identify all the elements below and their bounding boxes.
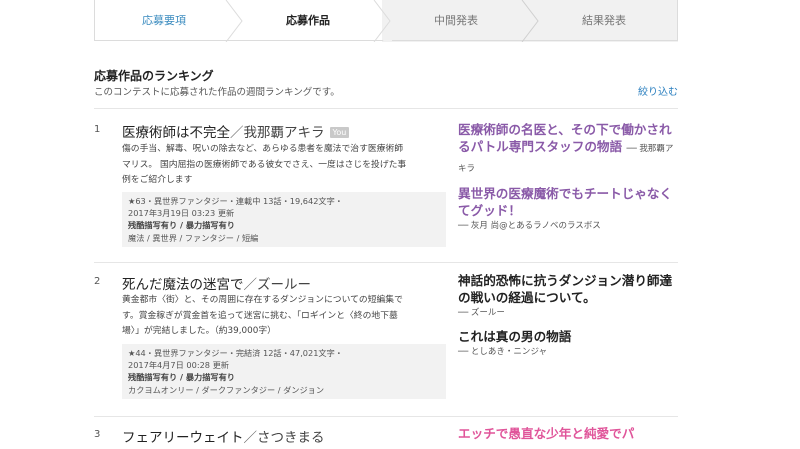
review-author: ── 灰月 尚@とあるラノベのラスボス bbox=[458, 221, 601, 231]
content-warnings: 残酷描写有り / 暴力描写有り bbox=[128, 372, 235, 383]
tab-results[interactable]: 結果発表 bbox=[530, 0, 678, 42]
work-info: ★44・異世界ファンタジー・完結済 12話・47,021文字・ 2017年4月7… bbox=[122, 344, 446, 399]
step-arrow-icon bbox=[225, 0, 243, 42]
review-item[interactable]: 医療術師の名医と、その下で働かされるパトル専門スタッフの物語 ── 我那覇アキラ bbox=[458, 121, 678, 178]
you-badge: You bbox=[329, 127, 350, 138]
rank-number: 2 bbox=[94, 276, 101, 287]
contest-steps: 応募要項 応募作品 中間発表 結果発表 bbox=[94, 0, 678, 42]
work-updated: 2017年4月7日 00:28 更新 bbox=[128, 360, 229, 371]
review-catch: 神話的恐怖に抗うダンジョン潜り師達の戦いの経過について。 bbox=[458, 273, 673, 305]
tab-entries[interactable]: 応募作品 bbox=[234, 0, 382, 42]
intro-line: 例をご紹介します bbox=[122, 175, 193, 185]
divider bbox=[94, 416, 678, 417]
review-catch: 異世界の医療魔術でもチートじゃなくてグッド！ bbox=[458, 186, 673, 218]
tab-label: 応募作品 bbox=[286, 14, 330, 27]
work-stats: ★44・異世界ファンタジー・完結済 12話・47,021文字・ bbox=[128, 348, 343, 358]
rank-number: 3 bbox=[94, 429, 101, 440]
intro-line: す。賞金稼ぎが賞金首を追って迷宮に挑む、「ロギインと〈終の地下墓 bbox=[122, 310, 398, 321]
title-separator: ／ bbox=[243, 430, 258, 446]
title-separator: ／ bbox=[230, 125, 244, 141]
work-intro: 黄金都市〈街〉と、その周囲に存在するダンジョンについての短編集で す。賞金稼ぎが… bbox=[122, 293, 444, 340]
contest-page: 応募要項 応募作品 中間発表 結果発表 応募作品のランキング このコンテストに応… bbox=[94, 0, 678, 446]
ranking-title: 応募作品のランキング bbox=[94, 69, 214, 83]
author-link[interactable]: さつきまる bbox=[257, 430, 325, 446]
work-title-link[interactable]: 死んだ魔法の迷宮で bbox=[122, 277, 244, 293]
rank-number: 1 bbox=[94, 124, 101, 135]
review-list: エッチで愚直な少年と純愛でパ bbox=[458, 425, 678, 449]
work-title[interactable]: フェアリーウェイト／さつきまる bbox=[122, 426, 325, 446]
work-intro: 傷の手当、解毒、呪いの除去など、あらゆる患者を魔法で治す医療術師 マリス。 国内… bbox=[122, 142, 444, 189]
work-info: ★63・異世界ファンタジー・連載中 13話・19,642文字・ 2017年3月1… bbox=[122, 192, 446, 247]
intro-line: 黄金都市〈街〉と、その周囲に存在するダンジョンについての短編集で bbox=[122, 295, 403, 305]
intro-line: 場〉」が完結しました。（約39,000字） bbox=[122, 326, 276, 336]
review-item[interactable]: これは真の男の物語 ── としあき・ニンジャ bbox=[458, 328, 678, 357]
work-updated: 2017年3月19日 03:23 更新 bbox=[128, 208, 235, 219]
tab-guidelines[interactable]: 応募要項 bbox=[94, 0, 234, 42]
review-author: ── ズールー bbox=[458, 308, 505, 318]
step-arrow-icon bbox=[373, 0, 392, 42]
work-title[interactable]: 死んだ魔法の迷宮で／ズールー bbox=[122, 273, 311, 293]
work-title-link[interactable]: フェアリーウェイト bbox=[122, 430, 244, 446]
work-title-link[interactable]: 医療術師は不完全 bbox=[122, 125, 230, 141]
author-link[interactable]: 我那覇アキラ bbox=[244, 125, 325, 141]
title-separator: ／ bbox=[243, 277, 258, 293]
content-warnings: 残酷描写有り / 暴力描写有り bbox=[128, 220, 235, 231]
review-catch: これは真の男の物語 bbox=[458, 329, 572, 344]
review-item[interactable]: 異世界の医療魔術でもチートじゃなくてグッド！ ── 灰月 尚@とあるラノベのラス… bbox=[458, 185, 678, 231]
intro-line: マリス。 国内屈指の医療術師である彼女でさえ、一度はさじを投げた事 bbox=[122, 159, 407, 170]
review-list: 医療術師の名医と、その下で働かされるパトル専門スタッフの物語 ── 我那覇アキラ… bbox=[458, 121, 678, 238]
tab-label: 応募要項 bbox=[142, 14, 186, 27]
review-item[interactable]: エッチで愚直な少年と純愛でパ bbox=[458, 425, 678, 442]
intro-line: 傷の手当、解毒、呪いの除去など、あらゆる患者を魔法で治す医療術師 bbox=[122, 144, 404, 154]
work-title[interactable]: 医療術師は不完全／我那覇アキラ You bbox=[122, 121, 350, 141]
ranking-description: このコンテストに応募された作品の週間ランキングです。 bbox=[94, 87, 340, 98]
review-author: ── としあき・ニンジャ bbox=[458, 347, 548, 357]
tab-label: 結果発表 bbox=[582, 14, 626, 27]
divider bbox=[94, 108, 678, 109]
step-arrow-icon bbox=[521, 0, 539, 42]
author-link[interactable]: ズールー bbox=[257, 277, 311, 293]
work-tags[interactable]: カクヨムオンリー / ダークファンタジー / ダンジョン bbox=[128, 384, 440, 396]
divider bbox=[94, 262, 678, 263]
filter-link[interactable]: 絞り込む bbox=[638, 83, 678, 98]
review-list: 神話的恐怖に抗うダンジョン潜り師達の戦いの経過について。 ── ズールー これは… bbox=[458, 272, 678, 364]
work-tags[interactable]: 魔法 / 異世界 / ファンタジー / 短編 bbox=[128, 232, 440, 244]
work-stats: ★63・異世界ファンタジー・連載中 13話・19,642文字・ bbox=[128, 196, 343, 206]
tab-interim[interactable]: 中間発表 bbox=[382, 0, 530, 42]
review-catch: エッチで愚直な少年と純愛でパ bbox=[458, 426, 635, 441]
tab-label: 中間発表 bbox=[434, 14, 478, 27]
review-item[interactable]: 神話的恐怖に抗うダンジョン潜り師達の戦いの経過について。 ── ズールー bbox=[458, 272, 678, 318]
